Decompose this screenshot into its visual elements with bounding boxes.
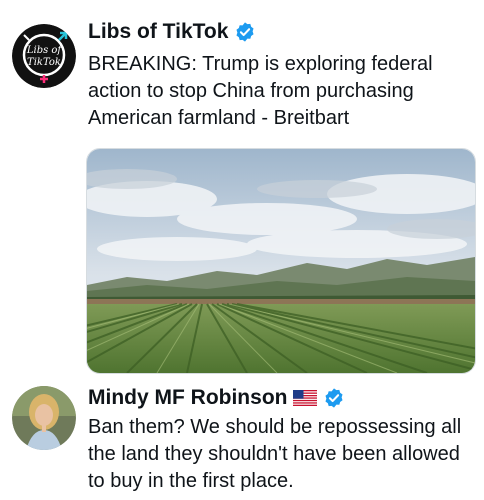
post-text: Ban them? We should be repossessing all …: [88, 416, 462, 492]
author-name[interactable]: Mindy MF Robinson: [88, 386, 287, 410]
avatar-mindy-robinson[interactable]: [12, 386, 76, 450]
post-author-header: Libs of TikTok: [88, 20, 256, 44]
verified-badge-icon[interactable]: [234, 21, 256, 43]
post-image-farmland[interactable]: [86, 148, 476, 374]
post-author-header: Mindy MF Robinson: [88, 386, 345, 410]
avatar-libs-of-tiktok[interactable]: Libs of TikTok: [12, 24, 76, 88]
post-text: BREAKING: Trump is exploring federal act…: [88, 53, 433, 129]
verified-badge-icon[interactable]: [323, 387, 345, 409]
us-flag-icon: [293, 390, 318, 406]
avatar-logo-text-2: TikTok: [27, 57, 61, 68]
author-name[interactable]: Libs of TikTok: [88, 20, 228, 44]
avatar-logo-text-1: Libs of: [26, 45, 64, 56]
